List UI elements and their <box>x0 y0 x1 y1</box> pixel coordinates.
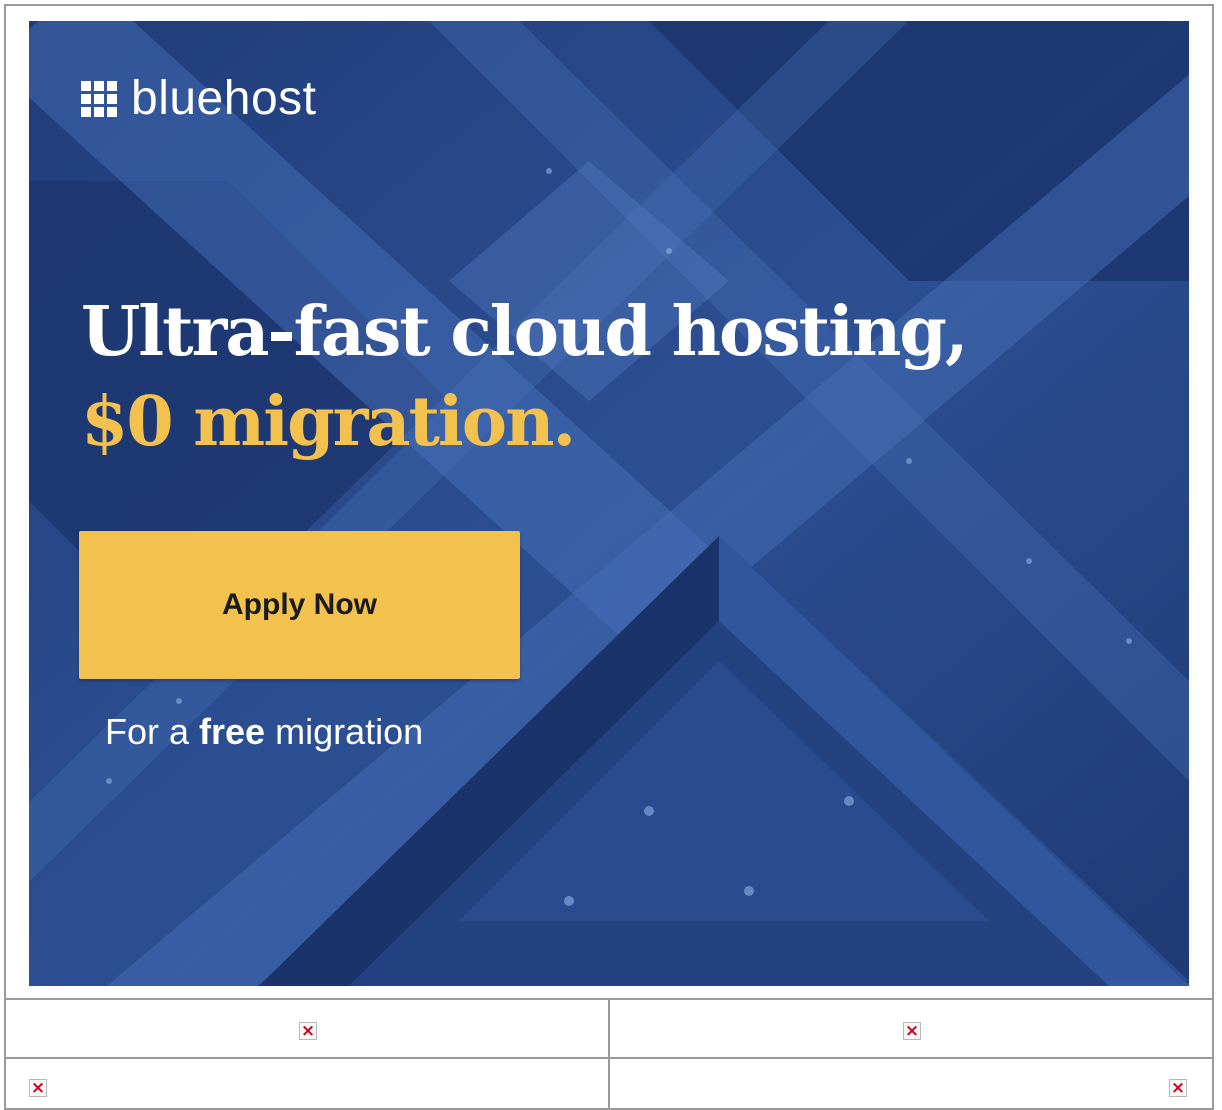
table-cell-top-right <box>608 998 1214 1059</box>
table-cell-bottom-right <box>608 1057 1214 1110</box>
subtext-prefix: For a <box>105 711 200 752</box>
apply-now-label: Apply Now <box>222 588 377 621</box>
broken-image-icon[interactable] <box>1169 1077 1187 1099</box>
table-cell-top-left <box>4 998 610 1059</box>
bluehost-logo[interactable]: bluehost <box>81 73 316 125</box>
free-migration-text: For a free migration <box>105 711 423 753</box>
subtext-suffix: migration <box>265 711 424 752</box>
headline: Ultra-fast cloud hosting, $0 migration. <box>81 287 1141 467</box>
aerial-city-background <box>29 21 1189 986</box>
apply-now-button[interactable]: Apply Now <box>79 531 520 679</box>
broken-image-icon[interactable] <box>29 1077 47 1099</box>
brand-name: bluehost <box>131 72 317 125</box>
grid-icon <box>81 81 117 117</box>
table-cell-bottom-left <box>4 1057 610 1110</box>
ad-banner[interactable]: bluehost Ultra-fast cloud hosting, $0 mi… <box>29 21 1189 986</box>
headline-line-1: Ultra-fast cloud hosting, <box>81 292 969 372</box>
headline-line-2: $0 migration. <box>81 382 576 462</box>
broken-image-icon[interactable] <box>903 1020 921 1042</box>
broken-image-icon[interactable] <box>299 1020 317 1042</box>
subtext-emphasis: free <box>199 711 266 752</box>
